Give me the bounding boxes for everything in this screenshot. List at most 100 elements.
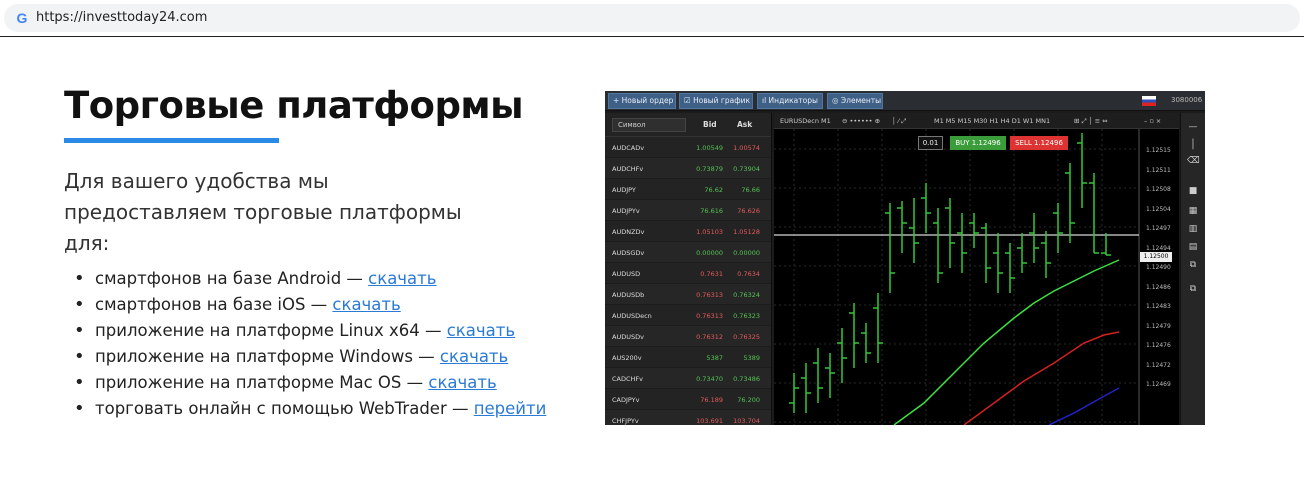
watchlist-symbol: AUDUSD <box>612 270 641 278</box>
cascade-layout-icon[interactable]: ⧉ <box>1187 259 1199 271</box>
watchlist-ask: 1.05128 <box>733 228 760 236</box>
columns-layout-icon[interactable]: ▥ <box>1187 223 1199 235</box>
bid-header: Bid <box>703 120 717 129</box>
download-linux-link[interactable]: скачать <box>447 321 515 340</box>
price-tick: 1.12479 <box>1146 322 1171 330</box>
download-macos-link[interactable]: скачать <box>428 373 496 392</box>
lot-size-input[interactable]: 0.01 <box>918 136 943 150</box>
price-tick: 1.12476 <box>1146 342 1171 349</box>
watchlist-bid: 0.7631 <box>700 270 723 278</box>
watchlist-ask: 0.73904 <box>733 165 760 173</box>
watchlist-bid: 103.691 <box>696 417 723 425</box>
watchlist-symbol: AUDCADv <box>612 144 645 152</box>
price-tick: 1.12483 <box>1146 303 1171 310</box>
watchlist-bid: 0.76313 <box>696 312 723 320</box>
list-item-android: смартфонов на базе Android — скачать <box>74 266 546 292</box>
watchlist-ask: 0.76325 <box>733 333 760 341</box>
watchlist-bid: 76.189 <box>700 396 723 404</box>
watchlist-row[interactable]: AUDUSDv 0.76312 0.76325 <box>605 326 771 347</box>
watchlist-bid: 0.76313 <box>696 291 723 299</box>
single-layout-icon[interactable]: ■ <box>1187 185 1199 197</box>
list-item-linux: приложение на платформе Linux x64 — скач… <box>74 318 546 344</box>
new-order-button[interactable]: + Новый ордер <box>608 93 676 109</box>
language-flag-icon[interactable] <box>1142 96 1156 106</box>
ask-header: Ask <box>737 120 753 129</box>
watchlist-row[interactable]: CADJPYv 76.189 76.200 <box>605 389 771 410</box>
list-item-webtrader: торговать онлайн с помощью WebTrader — п… <box>74 396 546 422</box>
browser-address-bar: G https://investtoday24.com <box>0 0 1304 37</box>
watchlist-ask: 76.200 <box>737 396 760 404</box>
buy-button[interactable]: BUY 1.12496 <box>950 136 1006 150</box>
watchlist-symbol: AUDSGDv <box>612 249 645 257</box>
watchlist-ask: 5389 <box>743 354 760 362</box>
price-tick: 1.12504 <box>1146 205 1171 213</box>
grid-layout-icon[interactable]: ▦ <box>1187 205 1199 217</box>
watchlist-bid: 1.00549 <box>696 144 723 152</box>
price-tick: 1.12469 <box>1146 381 1171 388</box>
indicators-button[interactable]: ıl Индикаторы <box>757 93 823 109</box>
price-tick: 1.12486 <box>1146 283 1171 291</box>
watchlist-row[interactable]: AUDCADv 1.00549 1.00574 <box>605 137 771 158</box>
watchlist-row[interactable]: AUDUSDecn 0.76313 0.76323 <box>605 305 771 326</box>
list-item-ios: смартфонов на базе iOS — скачать <box>74 292 546 318</box>
watchlist-ask: 76.66 <box>741 186 760 194</box>
intro-text: Для вашего удобства мы предоставляем тор… <box>64 169 462 255</box>
price-chart: EURUSDecn M1 ⊖ •••••• ⊕ │ ⁄ ⤢ M1 M5 M15 … <box>774 113 1179 425</box>
new-chart-button[interactable]: ☑ Новый график <box>679 93 753 109</box>
watchlist-symbol: CHFJPYv <box>612 417 639 425</box>
line-icon[interactable]: │ <box>1187 139 1199 151</box>
price-tick: 1.12494 <box>1146 244 1171 252</box>
watchlist-ask: 0.73486 <box>733 375 760 383</box>
download-ios-link[interactable]: скачать <box>332 295 400 314</box>
watchlist-row[interactable]: AUDSGDv 0.00000 0.00000 <box>605 242 771 263</box>
download-android-link[interactable]: скачать <box>368 269 436 288</box>
watchlist-row[interactable]: CHFJPYv 103.691 103.704 <box>605 410 771 425</box>
watchlist-symbol: AUDJPY <box>612 186 636 194</box>
watchlist-bid: 5387 <box>706 354 723 362</box>
watchlist-symbol: AUDUSDv <box>612 333 644 341</box>
rows-layout-icon[interactable]: ▤ <box>1187 241 1199 253</box>
watchlist-ask: 76.626 <box>737 207 760 215</box>
download-windows-link[interactable]: скачать <box>440 347 508 366</box>
watchlist-ask: 0.76323 <box>733 312 760 320</box>
watchlist-bid: 0.73470 <box>696 375 723 383</box>
watchlist-row[interactable]: AUDJPY 76.62 76.66 <box>605 179 771 200</box>
watchlist-row[interactable]: AUS200v 5387 5389 <box>605 347 771 368</box>
minus-icon[interactable]: — <box>1187 121 1199 133</box>
eraser-icon[interactable]: ⌫ <box>1187 155 1200 167</box>
symbol-search[interactable]: Символ <box>612 118 686 132</box>
title-underline <box>64 138 279 143</box>
account-number: 3080006 <box>1171 96 1203 104</box>
watchlist-symbol: AUDCHFv <box>612 165 644 173</box>
watchlist-row[interactable]: AUDNZDv 1.05103 1.05128 <box>605 221 771 242</box>
watchlist-symbol: AUDJPYv <box>612 207 640 215</box>
watchlist-row[interactable]: CADCHFv 0.73470 0.73486 <box>605 368 771 389</box>
watchlist-bid: 1.05103 <box>696 228 723 236</box>
sell-button[interactable]: SELL 1.12496 <box>1010 136 1068 150</box>
market-watch-rows: AUDCADv 1.00549 1.00574 AUDCHFv 0.73879 0.739… <box>605 137 771 425</box>
ma-mid-line <box>963 331 1120 425</box>
webtrader-link[interactable]: перейти <box>474 399 547 418</box>
price-tick: 1.12497 <box>1146 225 1171 232</box>
watchlist-bid: 76.616 <box>700 207 723 215</box>
google-icon: G <box>16 10 28 26</box>
list-item-macos: приложение на платформе Mac OS — скачать <box>74 370 546 396</box>
watchlist-row[interactable]: AUDJPYv 76.616 76.626 <box>605 200 771 221</box>
watchlist-row[interactable]: AUDCHFv 0.73879 0.73904 <box>605 158 771 179</box>
current-price-label: 1.12500 <box>1140 252 1172 262</box>
url-field[interactable]: G https://investtoday24.com <box>4 4 1300 32</box>
price-tick: 1.12490 <box>1146 264 1171 271</box>
url-text[interactable]: https://investtoday24.com <box>36 10 207 26</box>
watchlist-ask: 0.00000 <box>733 249 760 257</box>
elements-button[interactable]: ◎ Элементы <box>827 93 883 109</box>
watchlist-row[interactable]: AUDUSD 0.7631 0.7634 <box>605 263 771 284</box>
ma-slow-line <box>1048 387 1120 425</box>
watchlist-bid: 0.76312 <box>696 333 723 341</box>
watchlist-symbol: AUS200v <box>612 354 642 362</box>
page-title: Торговые платформы <box>64 84 524 127</box>
price-tick: 1.12511 <box>1146 166 1171 174</box>
chart-canvas[interactable] <box>774 113 1179 425</box>
detach-icon[interactable]: ⧉ <box>1187 283 1199 295</box>
watchlist-row[interactable]: AUDUSDb 0.76313 0.76324 <box>605 284 771 305</box>
price-tick: 1.12472 <box>1146 361 1171 369</box>
